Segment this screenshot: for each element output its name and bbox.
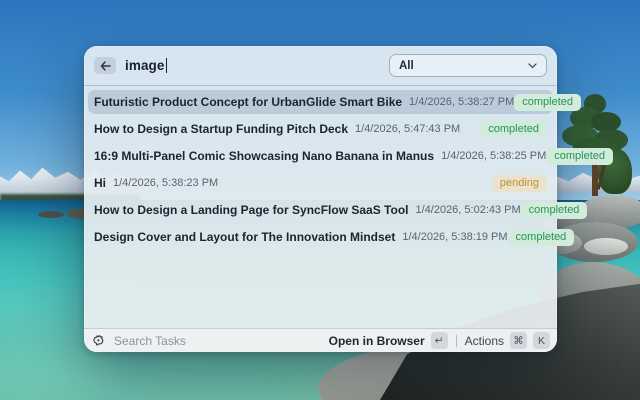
status-badge: completed	[514, 93, 581, 111]
search-input[interactable]: image	[125, 58, 168, 73]
task-list: Futuristic Product Concept for UrbanGlid…	[84, 85, 614, 252]
manus-logo-icon	[91, 334, 105, 348]
task-timestamp: 1/4/2026, 5:38:25 PM	[441, 150, 547, 162]
footer-actions: Open in Browser ↵ Actions ⌘ K	[329, 332, 550, 349]
rock-islet	[38, 211, 64, 218]
open-in-browser-button[interactable]: Open in Browser	[329, 334, 425, 348]
task-row[interactable]: How to Design a Startup Funding Pitch De…	[88, 117, 553, 141]
status-badge: completed	[480, 120, 547, 138]
task-search-panel: image All Futuristic Product Concept for…	[84, 46, 614, 352]
return-keycap: ↵	[430, 332, 448, 349]
panel-footer: Search Tasks Open in Browser ↵ Actions ⌘…	[84, 328, 557, 352]
task-title: How to Design a Startup Funding Pitch De…	[94, 122, 349, 136]
filter-dropdown[interactable]: All	[389, 54, 547, 77]
empty-results-area	[84, 252, 557, 328]
task-timestamp: 1/4/2026, 5:38:27 PM	[409, 96, 515, 108]
search-query-text: image	[125, 58, 165, 73]
task-title: 16:9 Multi-Panel Comic Showcasing Nano B…	[94, 149, 435, 163]
task-timestamp: 1/4/2026, 5:38:19 PM	[402, 231, 508, 243]
desktop: image All Futuristic Product Concept for…	[0, 0, 640, 400]
status-badge: pending	[491, 174, 547, 192]
text-caret	[165, 58, 168, 73]
task-timestamp: 1/4/2026, 5:02:43 PM	[415, 204, 521, 216]
status-badge: completed	[507, 228, 575, 246]
submerged-rock	[584, 238, 628, 255]
task-row[interactable]: Design Cover and Layout for The Innovati…	[88, 225, 575, 249]
cmd-keycap: ⌘	[510, 332, 527, 349]
filter-selected-value: All	[399, 59, 414, 72]
left-arrow-icon	[100, 60, 111, 71]
task-title: Design Cover and Layout for The Innovati…	[94, 230, 396, 244]
footer-hint-label: Search Tasks	[114, 333, 186, 348]
actions-menu-button[interactable]: Actions	[465, 334, 504, 348]
search-bar: image All	[84, 46, 557, 85]
task-row[interactable]: Hi 1/4/2026, 5:38:23 PM pending	[88, 171, 553, 195]
status-badge: completed	[546, 147, 614, 165]
status-badge: completed	[520, 201, 588, 219]
task-row[interactable]: Futuristic Product Concept for UrbanGlid…	[88, 90, 581, 114]
task-timestamp: 1/4/2026, 5:47:43 PM	[355, 123, 461, 135]
task-row[interactable]: How to Design a Landing Page for SyncFlo…	[88, 198, 588, 222]
task-title: How to Design a Landing Page for SyncFlo…	[94, 203, 409, 217]
task-title: Hi	[94, 176, 106, 190]
task-title: Futuristic Product Concept for UrbanGlid…	[94, 95, 403, 109]
chevron-down-icon	[528, 62, 537, 69]
k-keycap: K	[533, 332, 550, 349]
back-button[interactable]	[94, 57, 116, 74]
footer-divider	[455, 334, 457, 347]
task-timestamp: 1/4/2026, 5:38:23 PM	[113, 177, 219, 189]
task-row[interactable]: 16:9 Multi-Panel Comic Showcasing Nano B…	[88, 144, 614, 168]
